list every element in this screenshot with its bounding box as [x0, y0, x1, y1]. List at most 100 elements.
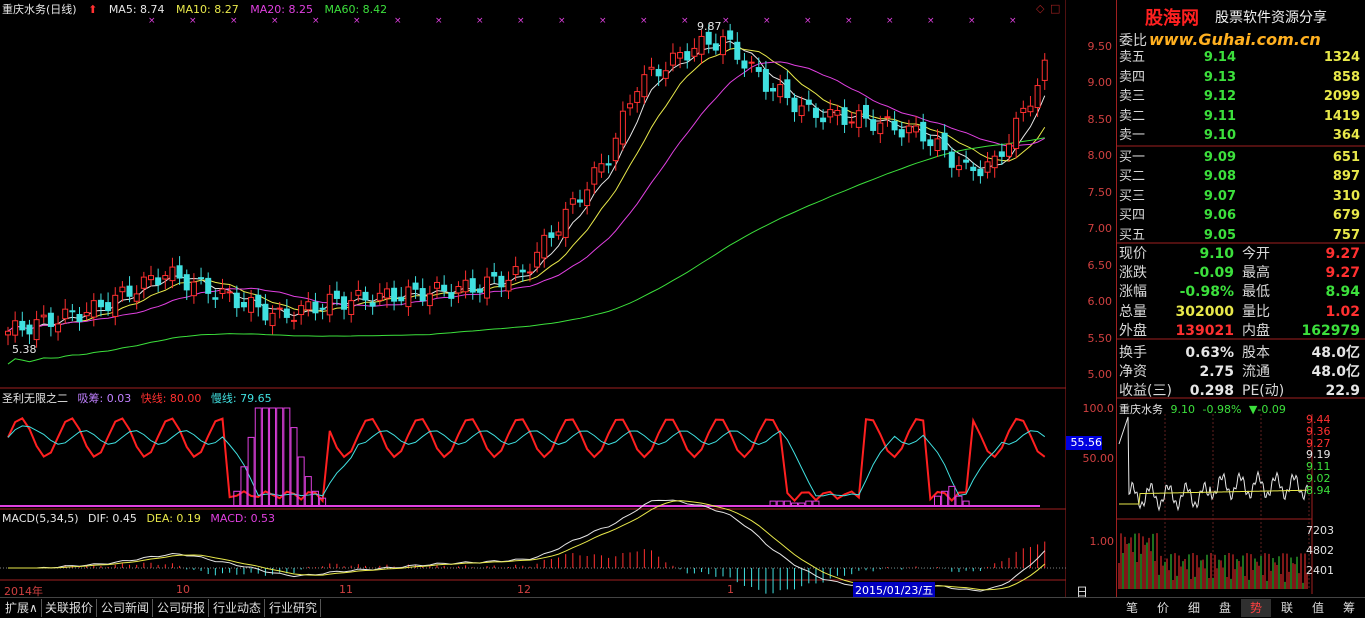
price-axis-label: 7.00: [1087, 222, 1113, 236]
stat-label: 外盘: [1119, 322, 1147, 339]
candle-body: [891, 120, 898, 131]
candle-body: [634, 91, 641, 103]
price-axis-label: 7.50: [1087, 185, 1113, 199]
candle-body: [133, 293, 140, 302]
right-tab-3[interactable]: 盘: [1210, 599, 1240, 617]
stat-value: 22.9: [1325, 383, 1360, 400]
right-tab-1[interactable]: 价: [1148, 599, 1178, 617]
candle-body: [555, 231, 562, 236]
candle-body: [148, 275, 154, 281]
candle-body: [76, 314, 83, 322]
candle-body: [419, 288, 426, 302]
candle-body: [426, 293, 433, 307]
signal-marker: ×: [476, 16, 484, 26]
quote-panel: 委比 卖五 9.14 1324 卖四 9.13 858 卖三 9.12 2099 卖二 9.11 14…: [1116, 0, 1365, 597]
mini-volume-label: 7203: [1306, 524, 1334, 537]
bottom-tab-4[interactable]: 行业动态: [210, 599, 266, 617]
kline-chart-area[interactable]: × × × × × × × × × × × × × × × × × × × × × × 重庆水务(日线) ⬆ MA5: 8…: [0, 0, 1114, 616]
candle-body: [684, 51, 691, 61]
candle-body: [870, 119, 877, 131]
candle-body: [55, 323, 62, 333]
right-tab-6[interactable]: 值: [1303, 599, 1333, 617]
candle-body: [312, 301, 319, 314]
candle-body: [841, 107, 848, 125]
signal-marker: ×: [886, 16, 894, 26]
absorb-bar: [955, 495, 963, 507]
chart-header: 重庆水务(日线) ⬆ MA5: 8.74 MA10: 8.27 MA20: 8.…: [2, 2, 395, 18]
absorb-bar: [269, 407, 277, 507]
stat-row: 收益(三) 0.298 PE(动) 22.9: [1117, 380, 1364, 402]
signal-marker: ×: [435, 16, 443, 26]
candle-body: [955, 165, 962, 171]
candle-body: [112, 294, 119, 317]
candle-body: [848, 121, 855, 124]
candle-body: [734, 41, 741, 60]
candle-body: [619, 110, 626, 145]
signal-marker: ×: [763, 16, 771, 26]
candle-body: [226, 291, 233, 294]
candle-body: [448, 292, 455, 299]
candle-body: [391, 287, 398, 302]
candle-body: [705, 31, 712, 45]
candle-body: [83, 312, 90, 317]
candle-body: [62, 308, 69, 320]
candle-body: [455, 286, 462, 294]
right-tab-4[interactable]: 势: [1241, 599, 1271, 617]
candle-body: [305, 301, 312, 311]
candle-body: [577, 199, 583, 203]
candle-body: [183, 274, 190, 291]
candle-body: [484, 276, 491, 299]
absorb-bar: [934, 495, 941, 507]
diamond-icon[interactable]: ◇: [1036, 2, 1044, 15]
signal-marker: ×: [804, 16, 812, 26]
candle-body: [1034, 85, 1041, 109]
bottom-tab-2[interactable]: 公司新闻: [98, 599, 154, 617]
right-tab-2[interactable]: 细: [1179, 599, 1209, 617]
candle-body: [505, 279, 512, 292]
bottom-tab-3[interactable]: 公司研报: [154, 599, 210, 617]
candle-body: [512, 266, 519, 276]
candle-body: [913, 125, 920, 133]
candle-body: [398, 296, 405, 302]
candle-body: [920, 121, 927, 142]
candle-body: [541, 234, 548, 259]
chart-canvas[interactable]: × × × × × × × × × × × × × × × × × × × × × ×: [0, 0, 1066, 597]
candle-body: [291, 319, 297, 322]
square-icon[interactable]: □: [1050, 2, 1060, 15]
candle-body: [898, 129, 905, 138]
candle-body: [820, 117, 827, 123]
candle-body: [140, 276, 147, 289]
candle-body: [491, 272, 498, 277]
candle-body: [519, 269, 526, 273]
macd-name: MACD(5,34,5): [2, 512, 79, 525]
right-tab-0[interactable]: 笔: [1117, 599, 1147, 617]
logo-url: www.Guhai.com.cn: [1149, 30, 1321, 49]
candle-body: [798, 105, 805, 117]
candle-body: [948, 151, 955, 168]
bottom-tab-5[interactable]: 行业研究: [266, 599, 322, 617]
candle-body: [105, 302, 112, 312]
mini-volume-label: 2401: [1306, 564, 1334, 577]
right-tab-5[interactable]: 联: [1272, 599, 1302, 617]
candle-body: [26, 324, 33, 335]
candle-body: [691, 47, 698, 57]
candle-body: [984, 161, 991, 173]
price-axis-label: 8.50: [1087, 112, 1113, 126]
candle-body: [362, 291, 369, 301]
candle-body: [369, 302, 376, 307]
time-label-12: 12: [517, 583, 531, 596]
candle-body: [855, 110, 862, 128]
slow-line: [7, 425, 1046, 497]
candle-body: [998, 151, 1005, 157]
right-tab-7[interactable]: 筹: [1334, 599, 1364, 617]
price-axis-label: 8.00: [1087, 149, 1113, 163]
stat-label: 收益(三): [1119, 383, 1172, 400]
signal-marker: ×: [968, 16, 976, 26]
candle-body: [655, 68, 662, 77]
candle-body: [591, 167, 598, 185]
candle-body: [569, 198, 576, 205]
candle-body: [562, 208, 569, 238]
macd-value: MACD: 0.53: [210, 512, 276, 525]
bottom-tab-1[interactable]: 关联报价: [42, 599, 98, 617]
bottom-tab-0[interactable]: 扩展∧: [2, 599, 42, 617]
